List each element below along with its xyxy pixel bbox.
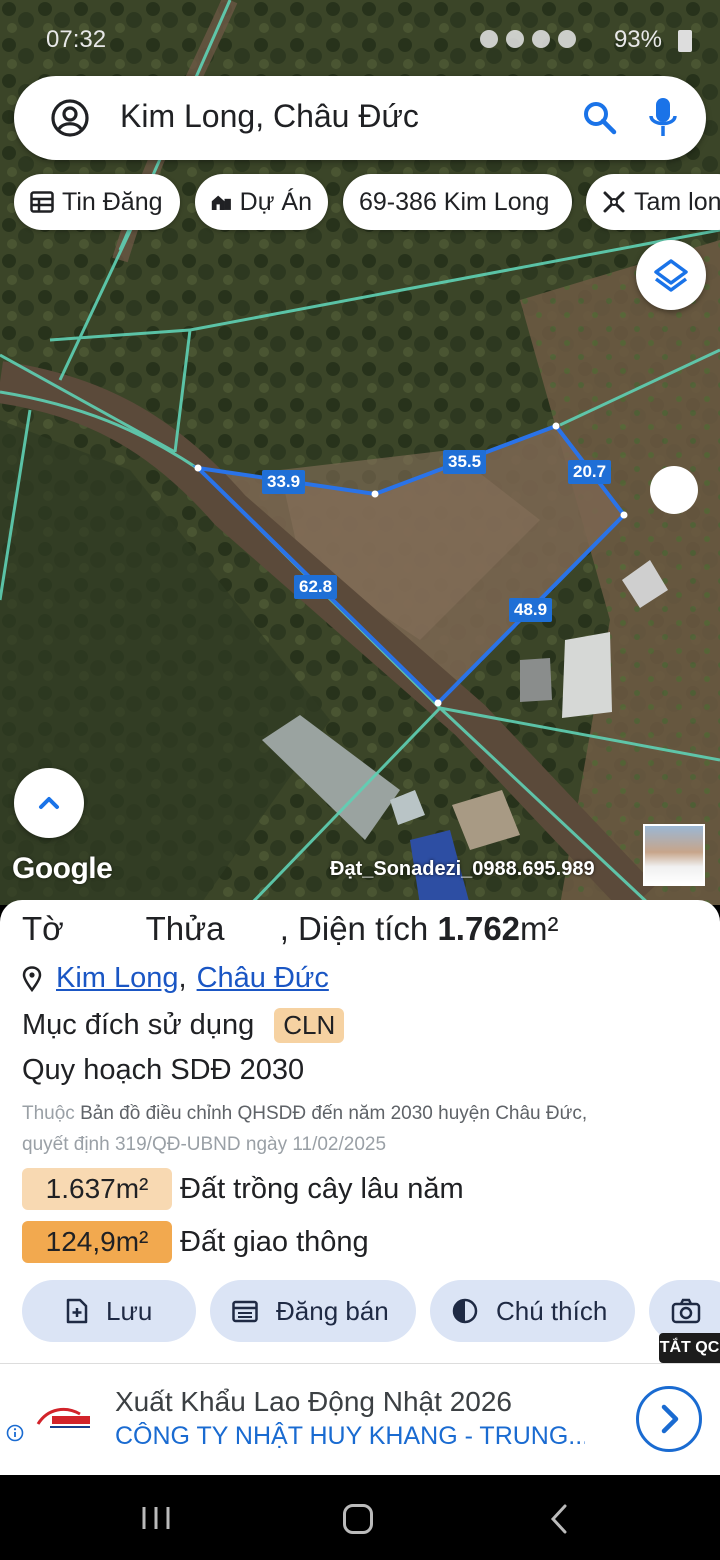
zone-row: 124,9m² Đất giao thông [22,1221,369,1263]
search-input[interactable]: Kim Long, Châu Đức [120,98,419,135]
area-value: 1.762 [437,910,521,947]
info-icon[interactable] [6,1424,24,1442]
save-label: Lưu [106,1295,153,1326]
purpose-code-badge: CLN [274,1008,345,1043]
alarm-icon [480,30,498,48]
planning-heading: Quy hoạch SDĐ 2030 [22,1054,305,1086]
search-icon[interactable] [582,100,618,136]
parcel-location: Kim Long , Châu Đức [22,962,329,995]
ad-banner[interactable]: Xuất Khẩu Lao Động Nhật 2026 CÔNG TY NHẬ… [0,1363,720,1475]
ref-decision: quyết định 319/QĐ-UBND ngày 11/02/2025 [22,1134,387,1155]
filter-chips: Tin Đăng Dự Án 69-386 Kim Long Tam lon [14,174,720,230]
chevron-right-icon [661,1404,679,1434]
location-icon [506,30,524,48]
hide-ads-button[interactable]: TẮT QC [659,1333,720,1363]
title-parcel-word: Thửa [145,910,225,947]
ref-text: Bản đồ điều chỉnh QHSDĐ đến năm 2030 huy… [80,1103,588,1124]
mic-icon[interactable] [648,96,678,140]
home-icon[interactable] [343,1504,373,1534]
edge-length-label: 62.8 [294,575,338,599]
chip-label: Tam lon [634,187,720,216]
ref-prefix: Thuộc [22,1103,75,1124]
title-area-label: , Diện tích [279,910,429,947]
zone-label: Đất giao thông [180,1225,369,1258]
land-use-purpose: Mục đích sử dụng CLN [22,1008,345,1043]
save-button[interactable]: Lưu [22,1280,196,1342]
calendar-icon [232,1300,258,1323]
ruler-pencil-icon [603,191,625,213]
watermark-text: Đạt_Sonadezi_0988.695.989 [330,858,595,880]
recents-icon[interactable] [140,1505,172,1531]
map-view[interactable]: 33.9 35.5 20.7 62.8 48.9 07:32 93% Kim L… [0,0,720,905]
chip-label: 69-386 Kim Long [359,187,550,216]
area-unit: m² [520,910,559,947]
chip-label: Tin Đăng [62,187,163,216]
table-icon [30,191,54,213]
separator: , [178,962,187,994]
ad-open-button[interactable] [636,1386,702,1452]
layers-icon [654,259,688,292]
status-bar: 07:32 93% [0,22,720,58]
signal-icon [558,30,576,48]
system-navbar [0,1475,720,1560]
edge-length-label: 48.9 [509,598,553,622]
buildings-icon [211,195,231,210]
status-time: 07:32 [46,26,107,53]
post-sale-button[interactable]: Đăng bán [210,1280,416,1342]
google-logo: Google [12,852,113,885]
zone-area-badge: 124,9m² [22,1221,172,1263]
account-icon[interactable] [50,98,90,138]
legend-button[interactable]: Chú thích [430,1280,635,1342]
purpose-label: Mục đích sử dụng [22,1009,255,1041]
chip-parcel-code[interactable]: 69-386 Kim Long [343,174,572,230]
search-bar[interactable]: Kim Long, Châu Đức [14,76,706,160]
chip-du-an[interactable]: Dự Án [195,174,328,230]
ad-headline[interactable]: Xuất Khẩu Lao Động Nhật 2026 [115,1386,512,1418]
chip-tam-long[interactable]: Tam lon [586,174,720,230]
advertiser-logo [36,1407,90,1428]
post-sale-label: Đăng bán [276,1295,389,1326]
commune-link[interactable]: Kim Long [56,962,179,995]
chip-label: Dự Án [239,187,312,216]
zone-label: Đất trồng cây lâu năm [180,1172,464,1205]
status-icons [480,28,590,50]
battery-icon [678,30,692,52]
ad-subline[interactable]: CÔNG TY NHẬT HUY KHANG - TRUNG... [115,1422,585,1451]
layers-button[interactable] [636,240,706,310]
contrast-icon [452,1298,478,1324]
watermark-avatar [643,824,705,886]
expand-up-button[interactable] [14,768,84,838]
floating-handle[interactable] [650,466,698,514]
title-prefix: Tờ [22,910,64,947]
zone-row: 1.637m² Đất trồng cây lâu năm [22,1168,464,1210]
legend-label: Chú thích [496,1295,608,1326]
wifi-icon [532,30,550,48]
battery-percent: 93% [613,26,662,53]
action-buttons: Lưu Đăng bán Chú thích C [0,1280,720,1342]
planning-reference: Thuộc Bản đồ điều chỉnh QHSDĐ đến năm 20… [22,1098,712,1160]
district-link[interactable]: Châu Đức [197,962,329,995]
chevron-up-icon [39,797,59,809]
edge-length-label: 33.9 [262,470,306,494]
pin-icon [22,965,42,992]
edge-length-label: 20.7 [568,460,612,484]
camera-icon [671,1298,701,1324]
save-doc-icon [66,1298,88,1324]
parcel-info-sheet: Tờ Thửa , Diện tích 1.762m² Kim Long , C… [0,900,720,1370]
zone-area-badge: 1.637m² [22,1168,172,1210]
back-icon[interactable] [548,1503,570,1535]
edge-length-label: 35.5 [443,450,487,474]
parcel-title: Tờ Thửa , Diện tích 1.762m² [22,910,559,948]
chip-tin-dang[interactable]: Tin Đăng [14,174,180,230]
